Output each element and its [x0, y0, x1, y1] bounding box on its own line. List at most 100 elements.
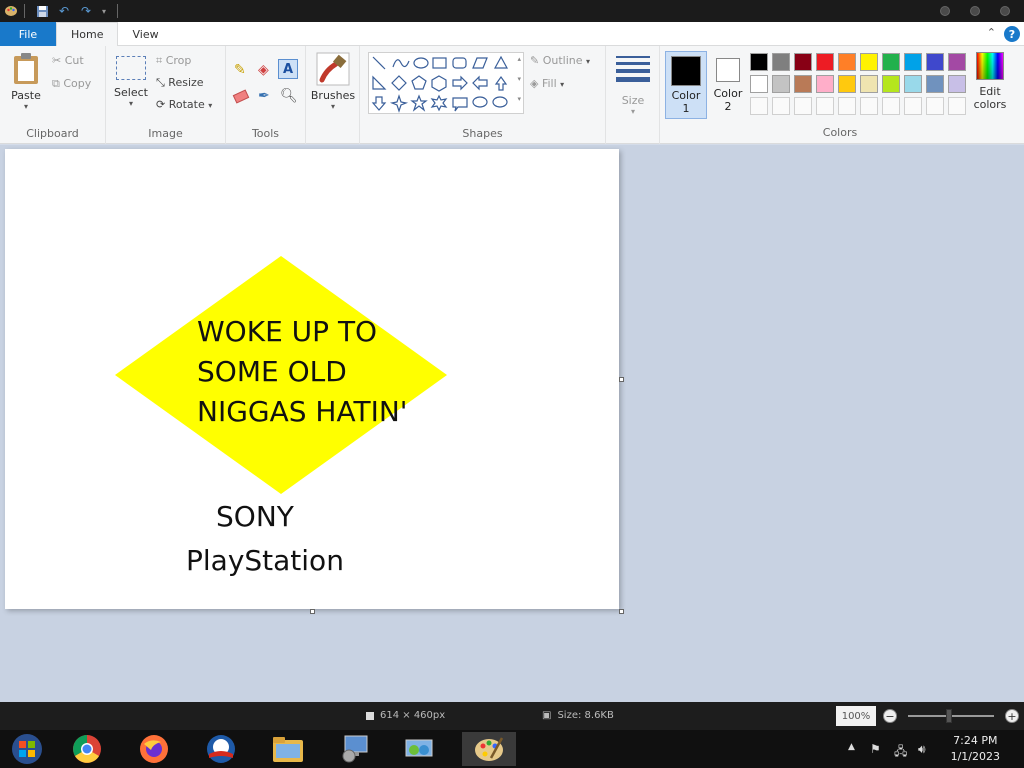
- minimize-button[interactable]: [940, 6, 950, 16]
- taskbar-obama-app[interactable]: [194, 732, 248, 766]
- palette-swatch[interactable]: [772, 75, 790, 93]
- zoom-out-button[interactable]: −: [883, 709, 897, 723]
- fill-button[interactable]: ◈ Fill ▾: [530, 77, 564, 90]
- custom-color-slot[interactable]: [860, 97, 878, 115]
- color2-swatch: [716, 58, 740, 82]
- shapes-label: Shapes: [462, 127, 503, 140]
- tab-home[interactable]: Home: [56, 22, 119, 47]
- zoom-slider-thumb[interactable]: [946, 709, 952, 723]
- color-picker-icon[interactable]: ✒: [258, 88, 270, 104]
- palette-swatch[interactable]: [750, 75, 768, 93]
- brushes-button[interactable]: Brushes ▾: [310, 52, 356, 111]
- taskbar-network-app[interactable]: [392, 732, 446, 766]
- color2-button[interactable]: Color 2: [709, 51, 747, 119]
- ribbon-tabs: File Home View ⌃ ?: [0, 22, 1024, 47]
- palette-swatch[interactable]: [838, 75, 856, 93]
- custom-color-slot[interactable]: [794, 97, 812, 115]
- palette-swatch[interactable]: [816, 53, 834, 71]
- clipboard-group: Paste ▾ ✂ Cut ⧉ Copy Clipboard: [0, 46, 106, 144]
- gallery-up-icon[interactable]: ▴: [517, 55, 521, 63]
- magnifier-icon[interactable]: 🔍︎: [280, 88, 298, 104]
- palette-swatch[interactable]: [794, 53, 812, 71]
- volume-icon[interactable]: 🔊︎: [918, 742, 926, 757]
- taskbar-chrome[interactable]: [60, 732, 114, 766]
- gallery-down-icon[interactable]: ▾: [517, 75, 521, 83]
- gallery-more-icon[interactable]: ▾: [517, 95, 521, 103]
- palette-swatch[interactable]: [838, 53, 856, 71]
- clipboard-icon: [14, 53, 38, 84]
- system-clock[interactable]: 7:24 PM 1/1/2023: [951, 733, 1000, 765]
- custom-color-slot[interactable]: [926, 97, 944, 115]
- palette-swatch[interactable]: [750, 53, 768, 71]
- palette-swatch[interactable]: [772, 53, 790, 71]
- palette-swatch[interactable]: [816, 75, 834, 93]
- taskbar-firefox[interactable]: [127, 732, 181, 766]
- palette-swatch[interactable]: [794, 75, 812, 93]
- cut-button[interactable]: ✂ Cut: [52, 54, 84, 67]
- palette-swatch[interactable]: [860, 75, 878, 93]
- drawing-canvas[interactable]: WOKE UP TO SOME OLD NIGGAS HATIN' SONY P…: [5, 149, 619, 609]
- paint-app-icon[interactable]: [4, 4, 18, 18]
- rotate-button[interactable]: ⟳ Rotate ▾: [156, 98, 212, 111]
- shapes-gallery[interactable]: ▴ ▾ ▾: [368, 52, 524, 114]
- undo-icon[interactable]: ↶: [57, 4, 71, 18]
- resize-handle-right[interactable]: [619, 377, 624, 382]
- help-icon[interactable]: ?: [1004, 26, 1020, 42]
- eraser-icon[interactable]: [232, 89, 250, 104]
- edit-colors-button[interactable]: Edit colors: [970, 52, 1010, 111]
- resize-handle-corner[interactable]: [619, 609, 624, 614]
- tab-view[interactable]: View: [118, 22, 172, 46]
- pencil-icon[interactable]: ✎: [234, 62, 246, 78]
- copy-button[interactable]: ⧉ Copy: [52, 77, 91, 91]
- palette-swatch[interactable]: [860, 53, 878, 71]
- taskbar: ▲ ⚑ 🖧︎ 🔊︎ 7:24 PM 1/1/2023: [0, 730, 1024, 768]
- show-hidden-icons-icon[interactable]: ▲: [848, 742, 855, 752]
- action-center-flag-icon[interactable]: ⚑: [870, 742, 881, 756]
- maximize-button[interactable]: [970, 6, 980, 16]
- tab-file[interactable]: File: [0, 22, 56, 46]
- save-icon[interactable]: [35, 4, 49, 18]
- brush-icon: [316, 52, 350, 86]
- start-button[interactable]: [0, 732, 54, 766]
- chrome-icon: [73, 735, 101, 763]
- custom-color-slot[interactable]: [904, 97, 922, 115]
- custom-color-slot[interactable]: [772, 97, 790, 115]
- close-button[interactable]: [1000, 6, 1010, 16]
- text-tool-icon[interactable]: A: [278, 59, 298, 79]
- shapes-icon: [371, 55, 509, 113]
- computer-settings-icon: [342, 735, 368, 763]
- color1-button[interactable]: Color 1: [665, 51, 707, 119]
- paste-button[interactable]: Paste ▾: [6, 52, 46, 111]
- zoom-in-button[interactable]: +: [1005, 709, 1019, 723]
- crop-button[interactable]: ⌗ Crop: [156, 54, 191, 68]
- text-sony: SONY: [216, 500, 294, 533]
- palette-swatch[interactable]: [882, 75, 900, 93]
- fill-bucket-icon[interactable]: ◈: [258, 62, 269, 78]
- palette-swatch[interactable]: [904, 53, 922, 71]
- select-button[interactable]: Select ▾: [112, 56, 150, 108]
- redo-icon[interactable]: ↷: [79, 4, 93, 18]
- custom-color-slot[interactable]: [750, 97, 768, 115]
- customize-chevron-icon[interactable]: ▾: [97, 4, 111, 18]
- palette-swatch[interactable]: [948, 75, 966, 93]
- resize-button[interactable]: ⤡ Resize: [156, 76, 204, 90]
- taskbar-file-explorer[interactable]: [261, 732, 315, 766]
- taskbar-paint[interactable]: [462, 732, 516, 766]
- taskbar-control-panel[interactable]: [328, 732, 382, 766]
- resize-handle-bottom[interactable]: [310, 609, 315, 614]
- custom-color-slot[interactable]: [948, 97, 966, 115]
- palette-swatch[interactable]: [882, 53, 900, 71]
- palette-swatch[interactable]: [904, 75, 922, 93]
- custom-color-slot[interactable]: [838, 97, 856, 115]
- custom-color-slot[interactable]: [882, 97, 900, 115]
- size-button[interactable]: Size ▾: [612, 54, 654, 116]
- custom-color-slot[interactable]: [816, 97, 834, 115]
- collapse-ribbon-icon[interactable]: ⌃: [987, 26, 996, 39]
- palette-swatch[interactable]: [948, 53, 966, 71]
- network-icon[interactable]: 🖧︎: [894, 742, 907, 763]
- palette-swatch[interactable]: [926, 53, 944, 71]
- palette-swatch[interactable]: [926, 75, 944, 93]
- image-group: Select ▾ ⌗ Crop ⤡ Resize ⟳ Rotate ▾ Imag…: [106, 46, 226, 144]
- outline-button[interactable]: ✎ Outline ▾: [530, 54, 590, 67]
- brushes-group: Brushes ▾: [306, 46, 360, 144]
